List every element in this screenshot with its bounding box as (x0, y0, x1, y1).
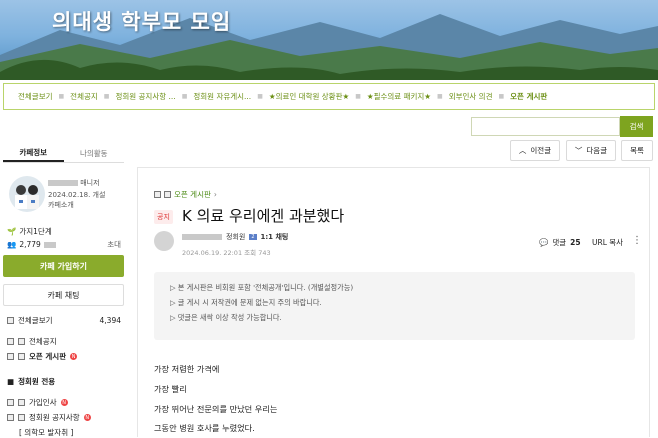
post-body-line: 가장 뛰어난 전문의를 만났던 우리는 (154, 404, 278, 414)
menu-separator: ■ (355, 93, 361, 100)
author-avatar[interactable] (154, 231, 174, 251)
sidebar-item-greeting[interactable]: 가입인사 N (7, 397, 121, 408)
board-icon (164, 191, 171, 198)
cafe-chat-button[interactable]: 카페 채팅 (3, 284, 124, 306)
menu-item-all-posts[interactable]: 전체글보기 (18, 91, 53, 102)
comment-link[interactable]: 💬 댓글 25 (539, 237, 581, 248)
invite-link[interactable]: 초대 (107, 239, 121, 250)
menu-separator: ■ (58, 93, 65, 100)
menu-separator: ■ (437, 93, 443, 100)
blurred-name (48, 180, 78, 186)
board-icon (7, 399, 14, 406)
more-options-icon[interactable]: ⋮ (632, 235, 642, 246)
board-icon (7, 353, 14, 360)
menu-item-notice[interactable]: 전체공지 (70, 91, 98, 102)
list-button[interactable]: 목록 (621, 140, 653, 161)
member-count-row: 👥 2,779 초대 (7, 239, 121, 250)
menu-separator: ■ (181, 93, 188, 100)
post-meta: 2024.06.19. 22:01 조회 743 (182, 249, 271, 257)
cafe-profile-image[interactable] (9, 176, 45, 212)
one-to-one-chat-link[interactable]: 1:1 채팅 (261, 232, 289, 242)
created-date: 2024.02.18. 개설 (48, 191, 106, 199)
post-body-line: 가장 빨리 (154, 384, 187, 394)
menu-separator: ■ (498, 93, 505, 100)
menu-item-member-free[interactable]: 정회원 자유게시... (193, 91, 251, 102)
sidebar-item-member-notice[interactable]: 정회원 공지사항 N (7, 412, 121, 423)
chevron-right-icon: › (213, 190, 217, 199)
menu-item-external[interactable]: 외부인사 의견 (449, 91, 493, 102)
search-button[interactable]: 검색 (620, 116, 653, 137)
menu-separator: ■ (103, 93, 110, 100)
prev-post-button[interactable]: ︿ 이전글 (510, 140, 560, 161)
new-badge: N (70, 353, 78, 360)
board-icon (18, 338, 25, 345)
board-link[interactable]: 오픈 게시판 › (154, 189, 217, 200)
speech-bubble-icon: 💬 (539, 238, 549, 247)
sidebar-item-open-board[interactable]: 오픈 게시판 N (7, 351, 121, 362)
cafe-level: 🌱 가지1단계 (7, 227, 52, 236)
new-badge: N (83, 414, 91, 421)
author-line: 정회원 2 1:1 채팅 (182, 232, 288, 242)
notice-badge: 공지 (154, 210, 173, 224)
board-icon (7, 338, 14, 345)
sidebar-section-member: ■ 정회원 전용 (7, 377, 56, 386)
chevron-down-icon: ﹀ (574, 146, 583, 155)
sidebar-item-all-posts[interactable]: 전체글보기 4,394 (7, 315, 121, 326)
blurred-author-name[interactable] (182, 234, 222, 240)
menu-separator: ■ (257, 93, 263, 100)
cafe-intro-link[interactable]: 카페소개 (48, 200, 74, 210)
cafe-menu-bar: 전체글보기 ■ 전체공지 ■ 정회원 공지사항 ... ■ 정회원 자유게시..… (3, 83, 655, 110)
rule-line: ▷ 댓글은 새싹 이상 작성 가능합니다. (170, 313, 282, 322)
rule-line: ▷ 글 게시 시 저작권에 문제 없는지 주의 바랍니다. (170, 298, 322, 307)
cafe-title[interactable]: 의대생 학부모 모임 (52, 6, 231, 36)
members-icon: 👥 (7, 240, 17, 249)
cafe-sidebar: 카페정보 나의활동 매니저 2024.02.18. 개설 카페소개 🌱 가지1단… (3, 144, 125, 437)
post-title: K 의료 우리에겐 과분했다 (182, 207, 345, 225)
manager-line: 매니저 (48, 178, 100, 188)
board-icon (18, 399, 25, 406)
new-badge: N (60, 399, 68, 406)
tab-cafe-info[interactable]: 카페정보 (3, 144, 64, 162)
board-icon (154, 191, 161, 198)
search-input[interactable] (471, 117, 620, 136)
post-body-line: 그동안 병원 호사를 누렸었다. (154, 423, 255, 433)
url-copy-button[interactable]: URL 복사 (592, 237, 623, 248)
menu-item-package[interactable]: ★필수의료 패키지★ (367, 91, 431, 102)
board-icon (7, 414, 14, 421)
tab-my-activity[interactable]: 나의활동 (64, 144, 125, 162)
rule-line: ▷ 본 게시판은 비회원 포함 '전체공개'입니다. (개별설정가능) (170, 283, 354, 292)
square-bullet-icon: ■ (7, 377, 15, 386)
cafe-banner[interactable]: 의대생 학부모 모임 (0, 0, 658, 80)
board-icon (18, 353, 25, 360)
member-grade-icon: 2 (249, 234, 257, 240)
next-post-button[interactable]: ﹀ 다음글 (566, 140, 616, 161)
chevron-up-icon: ︿ (518, 146, 527, 155)
sidebar-item-history[interactable]: [ 의학모 발자취 ] (7, 427, 121, 438)
menu-item-open-board[interactable]: 오픈 게시판 (510, 91, 547, 102)
menu-item-member-notice[interactable]: 정회원 공지사항 ... (115, 91, 175, 102)
menu-item-status-board[interactable]: ★의료인 대학원 상황판★ (269, 91, 349, 102)
board-icon (18, 414, 25, 421)
join-cafe-button[interactable]: 카페 가입하기 (3, 255, 124, 277)
board-rules-box: ▷ 본 게시판은 비회원 포함 '전체공개'입니다. (개별설정가능) ▷ 글 … (154, 272, 635, 340)
post-article: 오픈 게시판 › 공지 K 의료 우리에겐 과분했다 정회원 2 1:1 채팅 … (137, 167, 650, 437)
sprout-icon: 🌱 (7, 227, 17, 236)
board-icon (7, 317, 14, 324)
sidebar-item-notice[interactable]: 전체공지 (7, 336, 121, 347)
post-body-line: 가장 저렴한 가격에 (154, 364, 220, 374)
